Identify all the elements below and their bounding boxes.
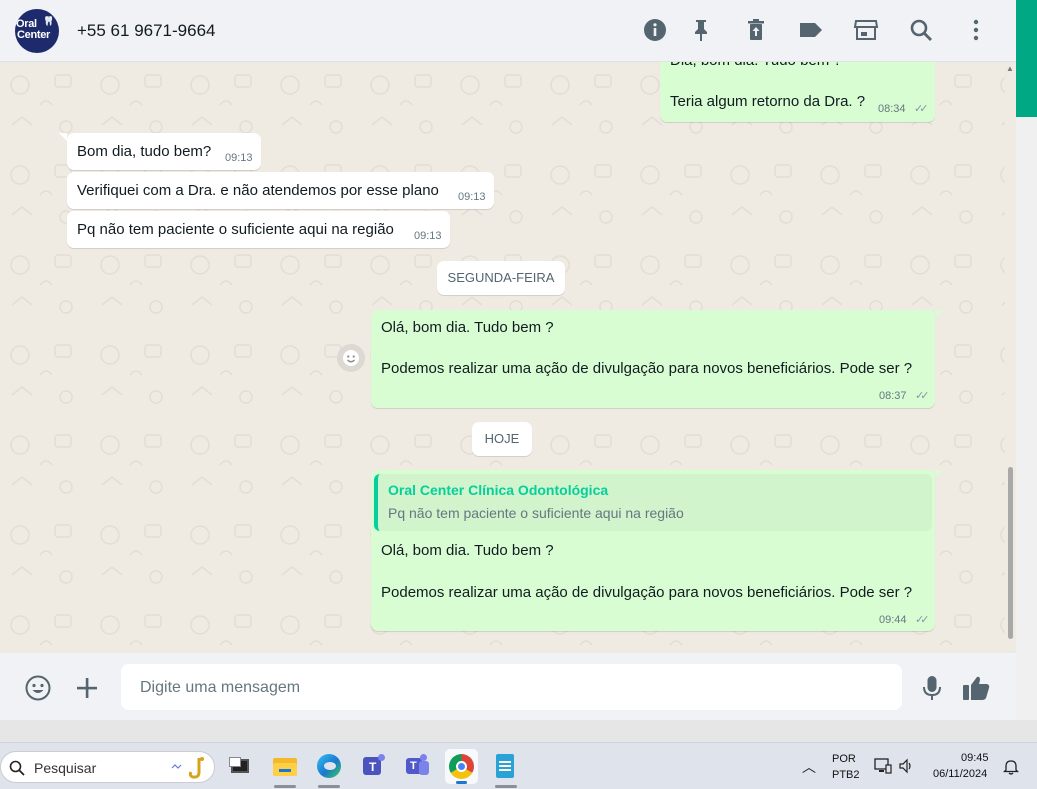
message-text: Teria algum retorno da Dra. ? bbox=[670, 93, 866, 110]
volume-icon[interactable] bbox=[898, 758, 916, 774]
teams-work-icon[interactable]: T bbox=[404, 753, 430, 779]
read-ticks-icon: ✓✓ bbox=[914, 103, 929, 115]
tooth-icon: 🦷 bbox=[43, 16, 55, 26]
taskbar-search[interactable]: Pesquisar bbox=[0, 751, 215, 783]
bubble-tail bbox=[935, 470, 943, 478]
message-text: Olá, bom dia. Tudo bem ? bbox=[381, 542, 554, 559]
thumbs-up-icon[interactable] bbox=[961, 674, 991, 702]
mic-icon[interactable] bbox=[919, 674, 945, 702]
quoted-text: Pq não tem paciente o suficiente aqui na… bbox=[388, 505, 684, 521]
message-input[interactable]: Digite uma mensagem bbox=[121, 664, 902, 710]
running-indicator bbox=[495, 785, 517, 788]
message-time: 09:13 bbox=[414, 230, 442, 242]
window-bottom-gap bbox=[0, 720, 1037, 742]
emoji-icon[interactable] bbox=[24, 674, 52, 702]
task-view-icon[interactable] bbox=[227, 753, 253, 779]
message-bubble-in[interactable]: Bom dia, tudo bem? 09:13 bbox=[67, 133, 261, 170]
read-ticks-icon: ✓✓ bbox=[915, 614, 930, 626]
saxophone-doodle-icon bbox=[171, 757, 204, 779]
message-time: 09:13 bbox=[225, 152, 253, 164]
search-icon[interactable] bbox=[908, 17, 934, 43]
info-icon[interactable] bbox=[642, 17, 668, 43]
windows-taskbar: Pesquisar T T ︿ POR PTB2 09:45 06/11/202… bbox=[0, 742, 1037, 789]
message-text: Verifiquei com a Dra. e não atendemos po… bbox=[77, 182, 439, 199]
notification-bell-icon[interactable] bbox=[1003, 758, 1019, 775]
day-separator: SEGUNDA-FEIRA bbox=[437, 261, 565, 295]
react-emoji-button[interactable] bbox=[337, 344, 365, 372]
avatar-text-center: Center bbox=[17, 29, 51, 41]
message-text: Podemos realizar uma ação de divulgação … bbox=[381, 360, 913, 377]
message-time: 08:37 bbox=[879, 390, 907, 402]
clock-date[interactable]: 06/11/2024 bbox=[933, 768, 987, 780]
message-input-placeholder: Digite uma mensagem bbox=[140, 679, 301, 696]
scrollbar-thumb[interactable] bbox=[1008, 467, 1013, 639]
window-edge-accent bbox=[1016, 0, 1037, 117]
more-icon[interactable] bbox=[963, 17, 989, 43]
running-indicator bbox=[318, 785, 340, 788]
message-bubble-out[interactable]: Olá, bom dia. Tudo bem ? Podemos realiza… bbox=[371, 310, 935, 408]
message-bubble-in[interactable]: Verifiquei com a Dra. e não atendemos po… bbox=[67, 172, 494, 209]
taskbar-search-placeholder: Pesquisar bbox=[34, 760, 97, 776]
read-ticks-icon: ✓✓ bbox=[915, 390, 930, 402]
pin-icon[interactable] bbox=[688, 17, 714, 43]
network-icon[interactable] bbox=[874, 758, 892, 774]
plus-icon[interactable] bbox=[74, 675, 100, 701]
edge-icon[interactable] bbox=[316, 753, 342, 779]
message-time: 09:13 bbox=[458, 191, 486, 203]
contact-avatar[interactable]: Oral 🦷 Center bbox=[15, 9, 59, 53]
keyboard-language[interactable]: POR bbox=[832, 753, 856, 765]
message-text: Pq não tem paciente o suficiente aqui na… bbox=[77, 221, 394, 238]
keyboard-layout[interactable]: PTB2 bbox=[832, 769, 860, 781]
tray-chevron-up-icon[interactable]: ︿ bbox=[802, 757, 816, 777]
bubble-tail bbox=[59, 133, 67, 141]
quoted-author: Oral Center Clínica Odontológica bbox=[388, 482, 609, 498]
store-icon[interactable] bbox=[853, 17, 879, 43]
label-icon[interactable] bbox=[798, 17, 824, 43]
chat-header: Oral 🦷 Center +55 61 9671-9664 bbox=[0, 0, 1016, 62]
message-text: Podemos realizar uma ação de divulgação … bbox=[381, 584, 913, 601]
contact-name[interactable]: +55 61 9671-9664 bbox=[77, 21, 216, 41]
notepad-icon[interactable] bbox=[493, 753, 519, 779]
running-indicator bbox=[274, 785, 296, 788]
scroll-up-arrow-icon[interactable]: ▲ bbox=[1006, 64, 1014, 73]
teams-personal-icon[interactable]: T bbox=[360, 753, 386, 779]
bubble-tail bbox=[935, 310, 943, 318]
day-separator: HOJE bbox=[472, 422, 532, 456]
message-bubble-in[interactable]: Pq não tem paciente o suficiente aqui na… bbox=[67, 211, 450, 248]
message-time: 08:34 bbox=[878, 103, 906, 115]
message-time: 09:44 bbox=[879, 614, 907, 626]
file-explorer-icon[interactable] bbox=[272, 753, 298, 779]
smiley-icon bbox=[343, 350, 359, 366]
message-text: Bom dia, tudo bem? bbox=[77, 143, 212, 160]
message-text: Olá, bom dia. Tudo bem ? bbox=[381, 319, 554, 336]
chrome-icon[interactable] bbox=[445, 749, 478, 784]
search-icon bbox=[9, 760, 25, 776]
trash-icon[interactable] bbox=[743, 17, 769, 43]
clock-time[interactable]: 09:45 bbox=[961, 752, 989, 764]
quoted-message[interactable]: Oral Center Clínica Odontológica Pq não … bbox=[374, 474, 932, 531]
